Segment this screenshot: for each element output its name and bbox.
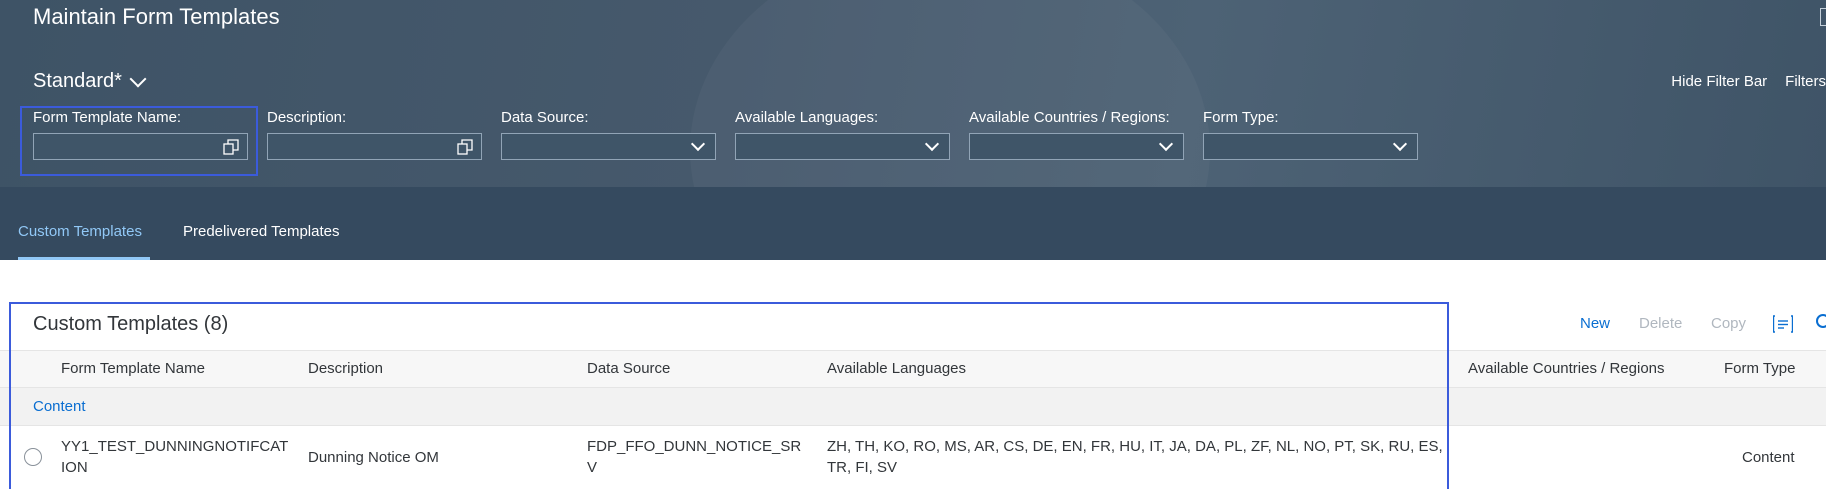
form-template-name-input[interactable] [33,133,248,160]
data-source-select[interactable] [501,133,716,160]
sort-icon[interactable] [1773,315,1793,333]
column-divider [1448,426,1449,489]
hide-filter-bar-button[interactable]: Hide Filter Bar [1671,73,1767,90]
filter-label: Form Type: [1203,109,1279,126]
column-header-available-languages[interactable]: Available Languages [827,360,966,377]
cell-data-source: FDP_FFO_DUNN_NOTICE_SR V [587,436,801,478]
column-header-data-source[interactable]: Data Source [587,360,670,377]
filter-label: Available Countries / Regions: [969,109,1170,126]
column-header-available-countries[interactable]: Available Countries / Regions [1468,360,1665,377]
filter-form-template-name: Form Template Name: [33,109,248,160]
chevron-down-icon [924,136,940,152]
group-header-label[interactable]: Content [33,398,86,415]
settings-icon[interactable] [1816,314,1826,328]
chevron-down-icon [129,70,147,87]
chevron-down-icon [690,136,706,152]
filter-form-type: Form Type: [1203,109,1418,160]
filter-data-source: Data Source: [501,109,716,160]
filter-label: Data Source: [501,109,589,126]
page-title: Maintain Form Templates [33,4,280,29]
cell-form-type: Content [1742,449,1795,466]
table-title: Custom Templates (8) [33,313,229,335]
filter-label: Description: [267,109,347,126]
filter-available-countries: Available Countries / Regions: [969,109,1184,160]
column-header-form-template-name[interactable]: Form Template Name [61,360,205,377]
available-languages-select[interactable] [735,133,950,160]
column-header-form-type[interactable]: Form Type [1724,360,1795,377]
filter-bar-actions: Hide Filter Bar Filters [1671,73,1826,90]
filters-button[interactable]: Filters [1785,73,1826,90]
form-type-select[interactable] [1203,133,1418,160]
filter-label: Available Languages: [735,109,879,126]
fullscreen-icon[interactable] [1820,8,1826,26]
chevron-down-icon [1392,136,1408,152]
cell-text-line: ZH, TH, KO, RO, MS, AR, CS, DE, EN, FR, … [827,438,1443,455]
filter-description: Description: [267,109,482,160]
cell-text-line: FDP_FFO_DUNN_NOTICE_SR [587,438,802,455]
copy-button[interactable]: Copy [1711,315,1746,332]
cell-available-languages: ZH, TH, KO, RO, MS, AR, CS, DE, EN, FR, … [827,436,1443,478]
page-header: Maintain Form Templates Standard* Hide F… [0,0,1826,187]
chevron-down-icon [1158,136,1174,152]
cell-text-line: V [587,459,598,476]
delete-button[interactable]: Delete [1639,315,1682,332]
filter-label: Form Template Name: [33,109,182,126]
cell-form-template-name: YY1_TEST_DUNNINGNOTIFCAT ION [61,436,288,478]
cell-description: Dunning Notice OM [308,449,439,466]
value-help-icon[interactable] [223,139,239,155]
available-countries-select[interactable] [969,133,1184,160]
tab-predelivered-templates[interactable]: Predelivered Templates [183,223,339,240]
variant-selector[interactable]: Standard* [33,70,147,93]
row-select-radio[interactable] [24,448,42,466]
group-header-row [0,388,1826,426]
value-help-icon[interactable] [457,139,473,155]
cell-text-line: YY1_TEST_DUNNINGNOTIFCAT [61,438,289,455]
filter-available-languages: Available Languages: [735,109,950,160]
column-header-description[interactable]: Description [308,360,383,377]
description-input[interactable] [267,133,482,160]
active-tab-indicator [18,257,150,260]
cell-text-line: ION [61,459,88,476]
cell-text-line: TR, FI, SV [827,459,898,476]
variant-label: Standard* [33,70,122,92]
tab-custom-templates[interactable]: Custom Templates [18,223,142,240]
new-button[interactable]: New [1580,315,1610,332]
